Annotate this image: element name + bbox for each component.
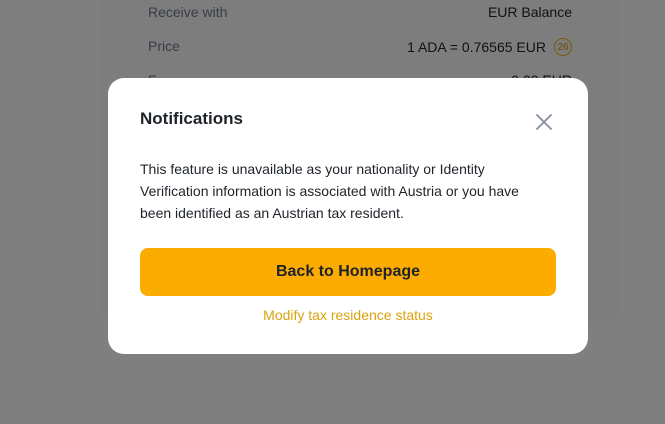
- back-to-homepage-button[interactable]: Back to Homepage: [140, 248, 556, 296]
- close-icon: [536, 114, 552, 130]
- notifications-dialog: Notifications This feature is unavailabl…: [108, 78, 588, 354]
- dialog-title: Notifications: [140, 109, 243, 128]
- modify-tax-residence-link[interactable]: Modify tax residence status: [108, 307, 588, 323]
- dialog-message: This feature is unavailable as your nati…: [140, 161, 519, 221]
- close-button[interactable]: [532, 110, 556, 134]
